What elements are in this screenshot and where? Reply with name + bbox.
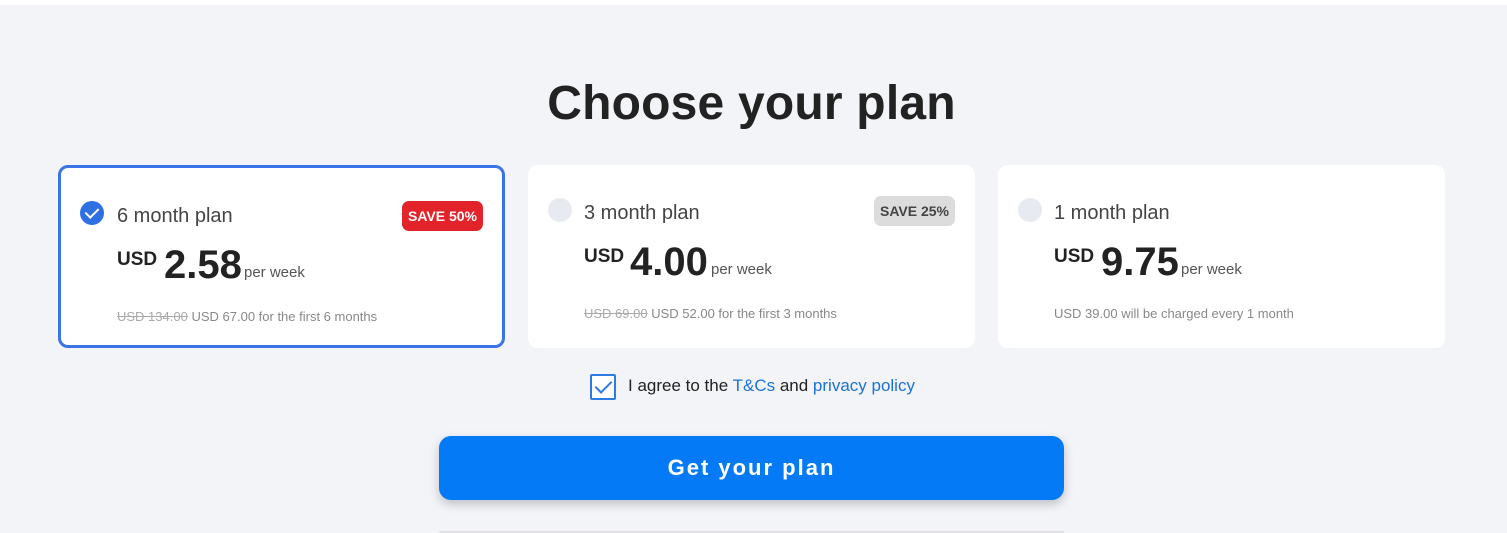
- price-amount: 9.75: [1101, 240, 1179, 284]
- price-currency: USD: [1054, 246, 1095, 267]
- agree-label: I agree to the T&Cs and privacy policy: [628, 376, 915, 396]
- price-period: per week: [711, 261, 772, 278]
- page-title: Choose your plan: [547, 77, 956, 130]
- radio-circle-icon[interactable]: [548, 198, 572, 222]
- plan-card-3-month[interactable]: 3 month plan SAVE 25% USD 4.00 per week …: [528, 165, 975, 348]
- discounted-price-text: USD 52.00 for the first 3 months: [651, 306, 837, 321]
- price-period: per week: [1181, 261, 1242, 278]
- price-currency: USD: [117, 249, 158, 270]
- plan-card-1-month[interactable]: 1 month plan USD 9.75 per week USD 39.00…: [998, 165, 1445, 348]
- billing-note: USD 39.00 will be charged every 1 month: [1054, 306, 1294, 321]
- price-currency: USD: [584, 246, 625, 267]
- agree-prefix-text: I agree to the: [628, 376, 733, 395]
- price-amount: 2.58: [164, 243, 242, 287]
- save-badge: SAVE 25%: [874, 196, 955, 226]
- privacy-policy-link[interactable]: privacy policy: [813, 376, 915, 395]
- terms-link[interactable]: T&Cs: [733, 376, 776, 395]
- original-price: USD 69.00: [584, 306, 648, 321]
- save-badge: SAVE 50%: [402, 201, 483, 231]
- discounted-price-text: USD 67.00 for the first 6 months: [191, 309, 378, 324]
- check-circle-icon[interactable]: [80, 201, 104, 225]
- radio-circle-icon[interactable]: [1018, 198, 1042, 222]
- plan-name: 3 month plan: [584, 202, 700, 224]
- plan-name: 1 month plan: [1054, 202, 1170, 224]
- plan-name: 6 month plan: [117, 205, 233, 227]
- billing-note: USD 134.00 USD 67.00 for the first 6 mon…: [117, 309, 377, 324]
- price-period: per week: [244, 264, 305, 281]
- agree-checkbox[interactable]: [590, 374, 616, 400]
- price-amount: 4.00: [630, 240, 708, 284]
- plan-card-6-month[interactable]: 6 month plan SAVE 50% USD 2.58 per week …: [58, 165, 505, 348]
- get-plan-button[interactable]: Get your plan: [439, 436, 1064, 500]
- billing-note: USD 69.00 USD 52.00 for the first 3 mont…: [584, 306, 837, 321]
- agree-middle-text: and: [775, 376, 813, 395]
- original-price: USD 134.00: [117, 309, 188, 324]
